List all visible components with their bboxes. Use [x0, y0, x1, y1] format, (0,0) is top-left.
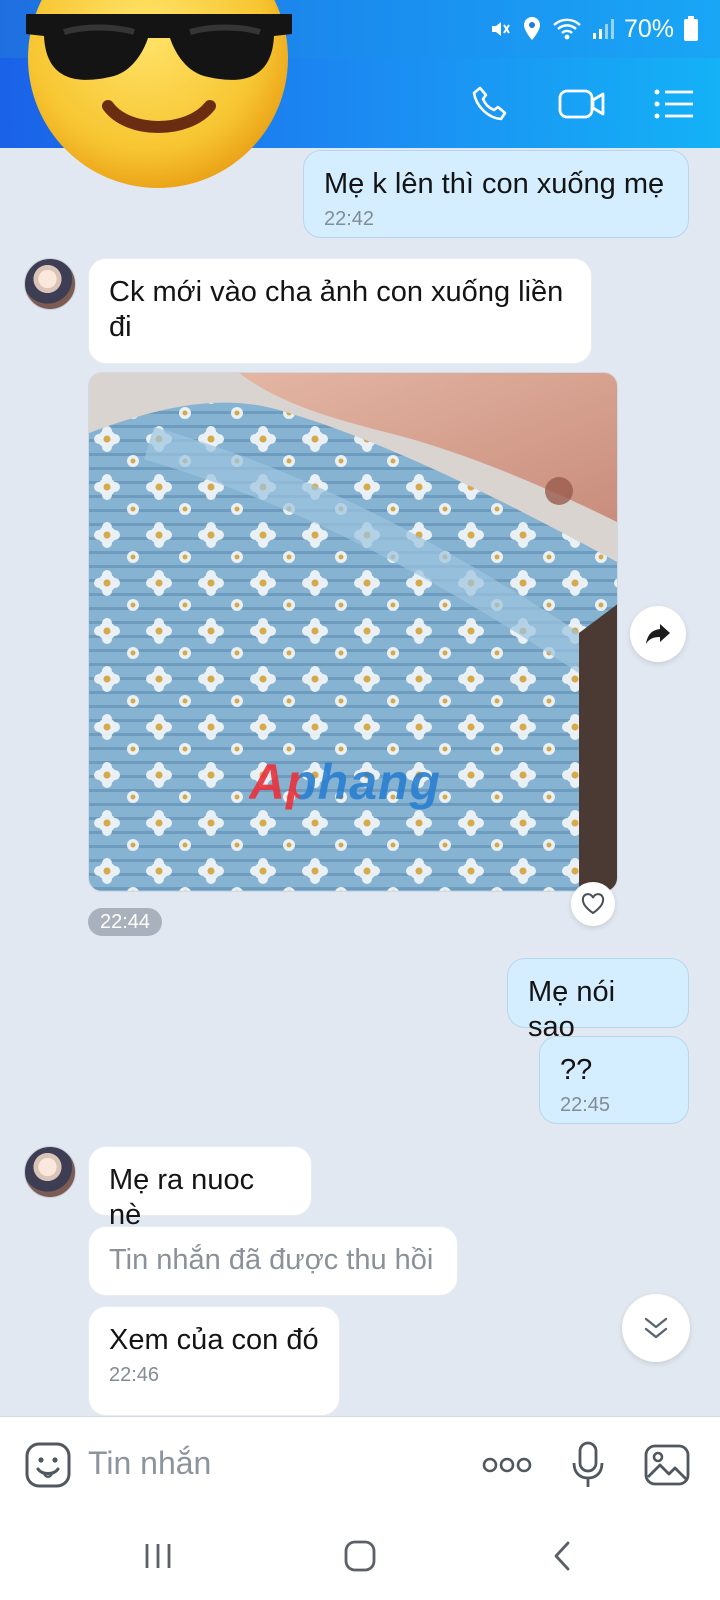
- message-text: Mẹ nói sao: [528, 976, 616, 1043]
- message-time: 22:42: [324, 208, 375, 230]
- message-time: 22:46: [109, 1364, 160, 1386]
- location-icon: [522, 16, 542, 42]
- header-actions: [466, 80, 698, 128]
- back-icon[interactable]: [538, 1532, 586, 1580]
- signal-icon: [592, 17, 614, 41]
- image-icon[interactable]: [644, 1439, 690, 1491]
- message-bubble-incoming[interactable]: Ck mới vào cha ảnh con xuống liền đi: [88, 258, 592, 364]
- photo-watermark: Aphang: [249, 754, 442, 810]
- message-text: Xem của con đó: [109, 1324, 319, 1356]
- scroll-to-bottom-button[interactable]: [622, 1294, 690, 1362]
- message-bubble-outgoing[interactable]: Mẹ k lên thì con xuống mẹ 22:42: [303, 150, 689, 238]
- message-list[interactable]: Mẹ k lên thì con xuống mẹ 22:42 Ck mới v…: [0, 148, 720, 1416]
- more-dots-icon[interactable]: [482, 1439, 532, 1491]
- message-text: Ck mới vào cha ảnh con xuống liền đi: [109, 276, 564, 343]
- home-icon[interactable]: [336, 1532, 384, 1580]
- recent-apps-icon[interactable]: [134, 1532, 182, 1580]
- battery-icon: [684, 16, 698, 42]
- phone-call-icon[interactable]: [466, 80, 514, 128]
- message-bubble-incoming[interactable]: Xem của con đó 22:46: [88, 1306, 340, 1416]
- heart-icon: [581, 893, 605, 915]
- message-text: ??: [560, 1054, 593, 1086]
- message-composer: Tin nhắn: [0, 1416, 720, 1512]
- sticker-emoji-icon[interactable]: [24, 1441, 72, 1489]
- forward-button[interactable]: [630, 606, 686, 662]
- contact-avatar[interactable]: [24, 258, 76, 310]
- double-chevron-down-icon: [644, 1317, 668, 1339]
- microphone-icon[interactable]: [572, 1439, 604, 1491]
- message-bubble-outgoing[interactable]: ?? 22:45: [539, 1036, 689, 1124]
- message-time: 22:45: [560, 1094, 611, 1116]
- status-icons: 70%: [488, 12, 698, 46]
- menu-list-icon[interactable]: [650, 80, 698, 128]
- share-arrow-icon: [646, 624, 670, 644]
- photo-image: [89, 373, 617, 891]
- like-button[interactable]: [571, 882, 615, 926]
- message-input[interactable]: Tin nhắn: [88, 1445, 211, 1482]
- photo-time-badge: 22:44: [88, 908, 163, 936]
- composer-actions: [482, 1439, 690, 1491]
- photo-message[interactable]: Aphang: [88, 372, 618, 892]
- battery-percent: 70%: [623, 14, 674, 43]
- mute-vibrate-icon: [488, 17, 512, 41]
- contact-avatar[interactable]: [24, 1146, 76, 1198]
- message-bubble-incoming[interactable]: Mẹ ra nuoc nè: [88, 1146, 312, 1231]
- recalled-message[interactable]: Tin nhắn đã được thu hồi: [88, 1226, 458, 1296]
- message-bubble-outgoing[interactable]: Mẹ nói sao: [507, 958, 689, 1043]
- video-call-icon[interactable]: [558, 80, 606, 128]
- sunglasses-emoji-icon: [24, 0, 296, 190]
- message-text: Mẹ ra nuoc nè: [109, 1164, 255, 1231]
- wifi-icon: [552, 17, 582, 41]
- message-text: Mẹ k lên thì con xuống mẹ: [324, 168, 665, 200]
- system-navigation-bar: [0, 1512, 720, 1600]
- message-text: Tin nhắn đã được thu hồi: [109, 1244, 434, 1276]
